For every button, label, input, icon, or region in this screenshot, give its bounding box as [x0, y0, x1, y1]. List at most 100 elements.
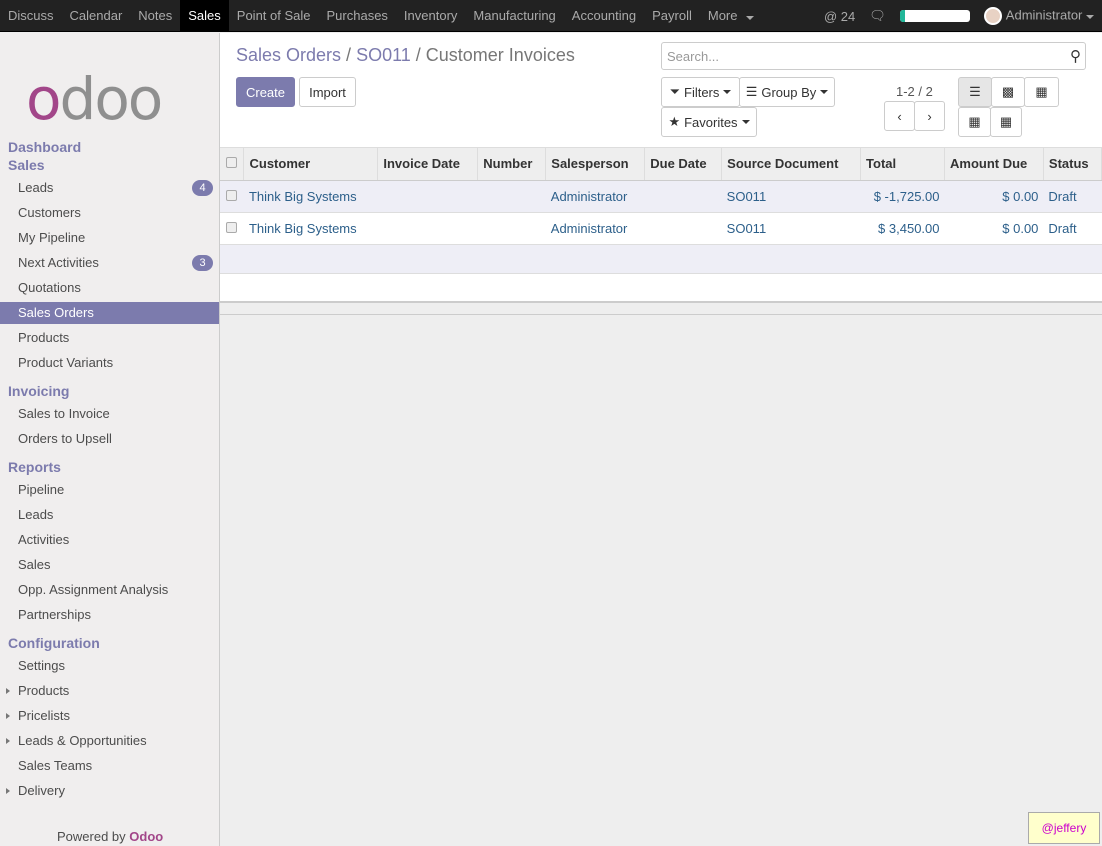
- row-checkbox[interactable]: [226, 189, 237, 201]
- sidebar-section-reports[interactable]: Reports: [8, 459, 61, 475]
- graph-view-button[interactable]: ▩: [991, 77, 1025, 107]
- column-header-status[interactable]: Status: [1043, 148, 1102, 181]
- chat-icon[interactable]: 🗨: [869, 8, 886, 24]
- empty-cell: [220, 244, 1102, 274]
- menu-item-inventory[interactable]: Inventory: [396, 0, 465, 32]
- sidebar-item-next-activities[interactable]: Next Activities 3: [0, 252, 219, 274]
- cell-invoice-date[interactable]: [377, 212, 478, 245]
- sidebar-item-sales[interactable]: Sales: [0, 554, 219, 576]
- filter-icon: ⏷: [669, 84, 680, 99]
- cell-due-date[interactable]: [644, 180, 722, 213]
- sidebar-item-pricelists[interactable]: Pricelists: [0, 705, 219, 727]
- menu-item-discuss[interactable]: Discuss: [0, 0, 62, 32]
- favorites-button[interactable]: ★ Favorites: [661, 107, 757, 137]
- table-row[interactable]: Think Big Systems Administrator SO011 $ -1,…: [220, 180, 1102, 213]
- sidebar-item-delivery[interactable]: Delivery: [0, 780, 219, 802]
- column-header-total[interactable]: Total: [860, 148, 945, 181]
- sidebar-section-dashboard[interactable]: Dashboard: [8, 139, 81, 155]
- chevron-left-icon: ‹: [897, 108, 902, 124]
- grid-icon: ▦: [1035, 84, 1048, 99]
- sidebar-item-products[interactable]: Products: [0, 680, 219, 702]
- progress-bar: [899, 10, 970, 22]
- sidebar-section-configuration[interactable]: Configuration: [8, 635, 100, 651]
- column-header-salesperson[interactable]: Salesperson: [545, 148, 646, 181]
- cell-customer[interactable]: Think Big Systems: [243, 180, 378, 213]
- column-header-amount-due[interactable]: Amount Due: [944, 148, 1044, 181]
- sidebar-item-customers[interactable]: Customers: [0, 202, 219, 224]
- menu-item-accounting[interactable]: Accounting: [564, 0, 644, 32]
- sidebar-item-sales-teams[interactable]: Sales Teams: [0, 755, 219, 777]
- chevron-down-icon: [741, 120, 750, 124]
- cell-customer[interactable]: Think Big Systems: [243, 212, 378, 245]
- cell-salesperson[interactable]: Administrator: [545, 212, 645, 245]
- table-row[interactable]: Think Big Systems Administrator SO011 $ 3,4…: [220, 212, 1102, 245]
- sidebar-item-product-variants[interactable]: Product Variants: [0, 352, 219, 374]
- mentions-counter[interactable]: @ 24: [824, 9, 855, 24]
- cell-due-date[interactable]: [644, 212, 722, 245]
- progress-fill: [899, 10, 905, 22]
- menu-item-notes[interactable]: Notes: [130, 0, 180, 32]
- cell-total[interactable]: $ 3,450.00: [860, 212, 945, 245]
- menu-item-point-of-sale[interactable]: Point of Sale: [229, 0, 319, 32]
- sidebar-item-sales-orders[interactable]: Sales Orders: [0, 302, 219, 324]
- list-view-button[interactable]: ☰: [958, 77, 992, 107]
- sidebar-item-products[interactable]: Products: [0, 327, 219, 349]
- sidebar-item-label: Leads: [18, 507, 54, 522]
- cell-total[interactable]: $ -1,725.00: [860, 180, 945, 213]
- cell-amount-due[interactable]: $ 0.00: [944, 212, 1044, 245]
- sidebar-item-my-pipeline[interactable]: My Pipeline: [0, 227, 219, 249]
- sidebar-item-leads-opportunities[interactable]: Leads & Opportunities: [0, 730, 219, 752]
- cell-amount-due[interactable]: $ 0.00: [944, 180, 1044, 213]
- menu-item-more[interactable]: More: [700, 0, 746, 32]
- import-button[interactable]: Import: [299, 77, 356, 107]
- pivot-view-button[interactable]: ▦: [990, 107, 1022, 137]
- sidebar-item-sales-to-invoice[interactable]: Sales to Invoice: [0, 403, 219, 425]
- column-header-invoice-date[interactable]: Invoice Date: [377, 148, 479, 181]
- caret-right-icon: [6, 738, 10, 744]
- cell-status[interactable]: Draft: [1043, 212, 1102, 245]
- menu-item-payroll[interactable]: Payroll: [644, 0, 700, 32]
- sidebar-item-pipeline[interactable]: Pipeline: [0, 479, 219, 501]
- user-menu[interactable]: Administrator: [983, 7, 1094, 25]
- cell-source-document[interactable]: SO011: [721, 212, 861, 245]
- filters-label: Filters: [684, 84, 720, 100]
- pager-previous-button[interactable]: ‹: [884, 101, 915, 131]
- cell-status[interactable]: Draft: [1043, 180, 1102, 213]
- sidebar-item-leads[interactable]: Leads 4: [0, 177, 219, 199]
- cell-number[interactable]: [477, 180, 546, 213]
- sidebar-item-opp-assignment-analysis[interactable]: Opp. Assignment Analysis: [0, 579, 219, 601]
- sidebar-section-invoicing[interactable]: Invoicing: [8, 383, 69, 399]
- column-header-customer[interactable]: Customer: [243, 148, 379, 181]
- select-all-checkbox[interactable]: [226, 157, 237, 169]
- column-header-number[interactable]: Number: [477, 148, 547, 181]
- cell-invoice-date[interactable]: [377, 180, 478, 213]
- create-button[interactable]: Create: [236, 77, 295, 107]
- row-checkbox[interactable]: [226, 221, 237, 233]
- sidebar-item-activities[interactable]: Activities: [0, 529, 219, 551]
- sidebar-section-sales[interactable]: Sales: [8, 157, 45, 173]
- sidebar-item-settings[interactable]: Settings: [0, 655, 219, 677]
- breadcrumb-so011[interactable]: SO011: [356, 45, 411, 65]
- sidebar-item-leads[interactable]: Leads: [0, 504, 219, 526]
- search-input[interactable]: Search...: [661, 42, 1086, 70]
- menu-item-sales[interactable]: Sales: [180, 0, 229, 32]
- menu-item-purchases[interactable]: Purchases: [319, 0, 396, 32]
- sidebar-item-quotations[interactable]: Quotations: [0, 277, 219, 299]
- cell-source-document[interactable]: SO011: [721, 180, 861, 213]
- menu-item-manufacturing[interactable]: Manufacturing: [465, 0, 563, 32]
- group-by-button[interactable]: ☰ Group By: [739, 77, 835, 107]
- powered-brand[interactable]: Odoo: [129, 829, 163, 844]
- pager-next-button[interactable]: ›: [914, 101, 945, 131]
- cell-number[interactable]: [477, 212, 546, 245]
- kanban-view-button[interactable]: ▦: [1024, 77, 1059, 107]
- breadcrumb-sales-orders[interactable]: Sales Orders: [236, 45, 341, 65]
- column-header-due-date[interactable]: Due Date: [644, 148, 723, 181]
- calendar-view-button[interactable]: ▦: [958, 107, 991, 137]
- search-icon[interactable]: ⚲: [1070, 47, 1081, 65]
- sidebar-item-orders-to-upsell[interactable]: Orders to Upsell: [0, 428, 219, 450]
- menu-item-calendar[interactable]: Calendar: [62, 0, 131, 32]
- filters-button[interactable]: ⏷ Filters: [661, 77, 740, 107]
- sidebar-item-partnerships[interactable]: Partnerships: [0, 604, 219, 626]
- cell-salesperson[interactable]: Administrator: [545, 180, 645, 213]
- column-header-source-document[interactable]: Source Document: [721, 148, 862, 181]
